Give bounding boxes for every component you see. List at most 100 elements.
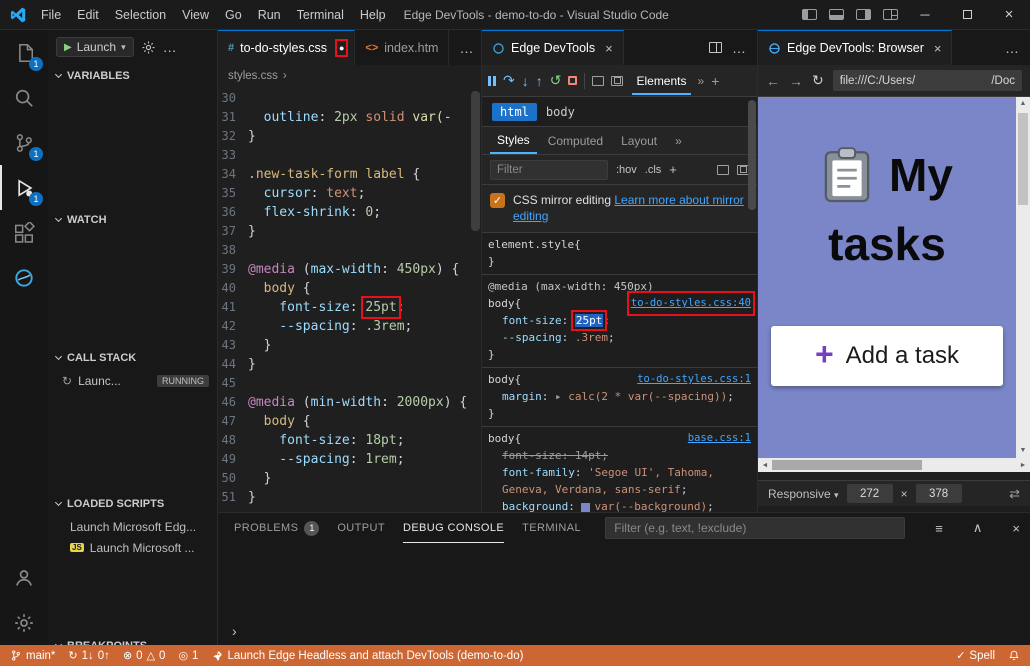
close-icon[interactable]: × [934,41,942,56]
style-property[interactable]: font-family: 'Segoe UI', Tahoma, Geneva,… [488,464,751,498]
source-control-icon[interactable]: 1 [0,120,48,165]
code-line-36[interactable]: 36 flex-shrink: 0; [218,203,481,222]
dom-node-html[interactable]: html [492,103,537,121]
code-line-34[interactable]: 34.new-task-form label { [218,165,481,184]
step-over-icon[interactable]: ↷ [503,72,515,89]
editor-scrollbar[interactable] [471,91,480,231]
close-icon[interactable]: × [605,41,613,56]
color-swatch[interactable] [581,503,590,512]
settings-gear-icon[interactable] [0,600,48,645]
code-line-51[interactable]: 51} [218,488,481,507]
edge-devtools-extension-icon[interactable] [0,255,48,300]
pause-icon[interactable] [488,76,496,86]
device-width-input[interactable] [847,484,893,503]
task-status[interactable]: Launch Edge Headless and attach DevTools… [211,650,523,662]
toggle-panel-icon[interactable] [829,9,844,20]
close-button[interactable]: × [988,0,1030,30]
section-loaded-scripts[interactable]: LOADED SCRIPTS [48,492,217,516]
breadcrumb-item[interactable]: styles.css [228,70,278,82]
code-line-47[interactable]: 47 body { [218,412,481,431]
section-breakpoints[interactable]: BREAKPOINTS [48,634,217,645]
scroll-left-icon[interactable]: ◄ [758,462,772,469]
launch-config-dropdown[interactable]: ▶ Launch ▾ [56,37,134,57]
menu-edit[interactable]: Edit [69,4,107,26]
menu-go[interactable]: Go [217,4,250,26]
inspect-icon[interactable] [592,76,604,86]
call-stack-session[interactable]: ↻ Launc... RUNNING [48,370,217,392]
source-link[interactable]: to-do-styles.css:40 [631,295,751,312]
tab-to-do-styles-css[interactable]: # to-do-styles.css ● [218,30,355,65]
browser-viewport[interactable]: My tasks + Add a task ▲ ▼ [758,97,1030,458]
more-tabs-icon[interactable]: » [668,127,689,154]
restart-icon[interactable]: ↺ [550,72,562,89]
ports-status[interactable]: ◎ 1 [178,649,198,662]
menu-run[interactable]: Run [250,4,289,26]
scroll-down-icon[interactable]: ▼ [1020,444,1027,458]
dom-node-body[interactable]: body [546,105,575,119]
menu-selection[interactable]: Selection [107,4,174,26]
modified-dot-icon[interactable]: ● [339,43,344,53]
stop-icon[interactable] [568,76,577,85]
code-line-45[interactable]: 45 [218,374,481,393]
close-panel-icon[interactable]: × [1012,521,1020,536]
code-editor[interactable]: 3031 outline: 2px solid var(-32}3334.new… [218,87,481,512]
toggle-hover-state-button[interactable]: :hov [616,164,637,176]
tab-output[interactable]: OUTPUT [337,513,385,543]
devtools-scrollbar[interactable] [748,100,756,210]
menu-view[interactable]: View [174,4,217,26]
branch-status[interactable]: main* [10,649,55,662]
menu-terminal[interactable]: Terminal [289,4,352,26]
step-into-icon[interactable]: ↓ [522,73,529,89]
more-actions-icon[interactable]: … [163,39,178,55]
accounts-icon[interactable] [0,555,48,600]
start-debugging-icon[interactable]: ▶ [64,42,72,53]
scroll-up-icon[interactable]: ▲ [1020,97,1027,111]
notifications-status[interactable] [1008,649,1020,662]
maximize-panel-icon[interactable]: ∧ [973,520,983,536]
editor-actions-icon[interactable]: … [459,40,474,56]
viewport-horizontal-scrollbar[interactable]: ◄ ► [758,458,1030,472]
grid-overlay-icon[interactable] [717,165,729,175]
tab-computed[interactable]: Computed [541,127,610,154]
toggle-secondary-sidebar-icon[interactable] [856,9,871,20]
code-line-44[interactable]: 44} [218,355,481,374]
section-variables[interactable]: VARIABLES [48,64,217,88]
url-bar[interactable]: file:///C:/Users/ /Doc [833,70,1022,91]
scrollbar-thumb[interactable] [772,460,922,470]
code-line-43[interactable]: 43 } [218,336,481,355]
device-emulation-icon[interactable] [611,76,623,86]
configure-gear-icon[interactable] [141,40,156,55]
restore-button[interactable] [946,0,988,30]
new-style-rule-icon[interactable]: + [669,162,677,177]
editor-actions-icon[interactable]: … [732,40,747,56]
rule-selector[interactable]: body [488,295,515,312]
search-icon[interactable] [0,75,48,120]
tab-elements[interactable]: Elements [632,67,690,95]
code-line-32[interactable]: 32} [218,127,481,146]
rule-selector[interactable]: element.style [488,236,574,253]
code-line-46[interactable]: 46@media (min-width: 2000px) { [218,393,481,412]
console-options-icon[interactable]: ≡ [935,521,943,536]
breadcrumb[interactable]: styles.css › [218,65,481,87]
toggle-sidebar-icon[interactable] [802,9,817,20]
step-out-icon[interactable]: ↑ [536,73,543,89]
style-property[interactable]: font-size: 14pt; [488,447,751,464]
editor-actions-icon[interactable]: … [1005,40,1020,56]
styles-filter-input[interactable] [490,160,608,180]
rotate-dimensions-icon[interactable]: ⇄ [1009,486,1020,502]
scrollbar-thumb[interactable] [1018,113,1028,205]
back-icon[interactable]: ← [766,73,780,89]
tab-layout[interactable]: Layout [614,127,664,154]
loaded-script-item[interactable]: JS Launch Microsoft ... [48,537,217,558]
loaded-script-item[interactable]: Launch Microsoft Edg... [48,516,217,537]
device-height-input[interactable] [916,484,962,503]
code-line-35[interactable]: 35 cursor: text; [218,184,481,203]
tab-problems[interactable]: PROBLEMS 1 [234,513,319,543]
rule-selector[interactable]: body [488,371,515,388]
tab-index-htm[interactable]: <> index.htm [355,30,449,65]
menu-help[interactable]: Help [352,4,394,26]
code-line-37[interactable]: 37} [218,222,481,241]
debug-console-content[interactable]: › [218,543,1030,645]
add-tool-icon[interactable]: + [711,73,719,89]
minimize-button[interactable]: ─ [904,0,946,30]
